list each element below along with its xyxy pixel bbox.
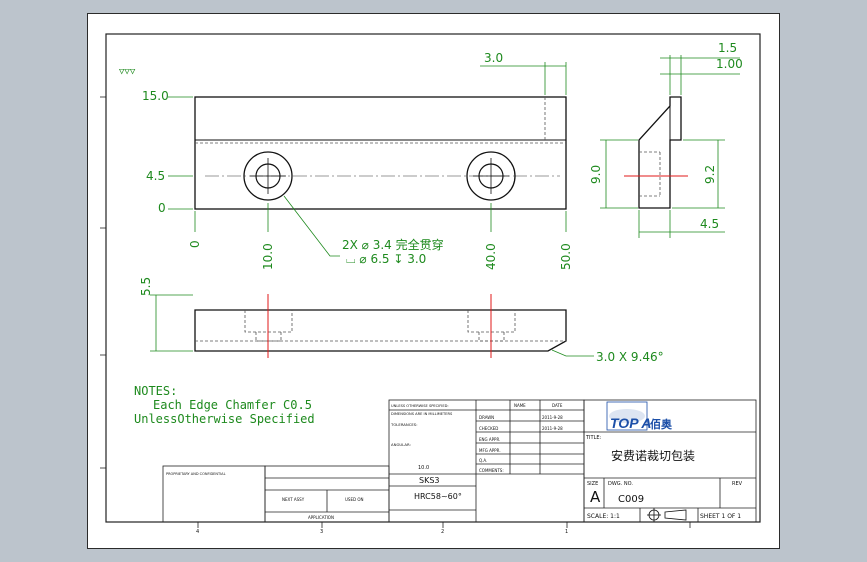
svg-text:3: 3: [320, 529, 323, 535]
hole-callout-line2: ⌴ ⌀ 6.5 ↧ 3.0: [346, 252, 426, 266]
drawn-date: 2011-9-28: [542, 415, 563, 420]
dim-x-10: 10.0: [261, 243, 275, 270]
logo-cn: 佰奥: [650, 417, 673, 431]
tolerances-label: TOLERANCES:: [390, 422, 417, 427]
company-logo: TOP A 佰奥: [606, 401, 673, 431]
checked-label: CHECKED: [479, 426, 498, 431]
dim-x-40: 40.0: [484, 243, 498, 270]
dwg-no-value: C009: [618, 494, 644, 505]
dim-side-4-5: 4.5: [700, 217, 719, 231]
bottom-view-outline: [194, 309, 567, 352]
notes-line1: Each Edge Chamfer C0.5: [153, 398, 312, 412]
hole-callout-line1: 2X ⌀ 3.4 完全贯穿: [342, 237, 444, 252]
svg-text:4: 4: [196, 529, 199, 535]
comments-label: COMMENTS:: [479, 468, 504, 473]
dwg-no-label: DWG. NO.: [608, 481, 633, 487]
name-header: NAME: [514, 403, 526, 408]
proprietary-text: PROPRIETARY AND CONFIDENTIAL: [166, 472, 226, 476]
dim-side-9-2: 9.2: [703, 165, 717, 184]
bottom-hidden-counterbores: [244, 310, 516, 342]
dim-left-15: 15.0: [142, 89, 169, 103]
unless-label: UNLESS OTHERWISE SPECIFIED:: [391, 404, 449, 408]
mfg-appr-label: MFG APPR.: [479, 448, 501, 453]
svg-text:2: 2: [441, 529, 444, 535]
part-name: 安费诺裁切包装: [611, 448, 695, 463]
notes-block: NOTES: Each Edge Chamfer C0.5 UnlessOthe…: [134, 384, 315, 426]
surface-finish-symbol: ▽▽▽: [119, 67, 136, 77]
hole-left: [243, 151, 293, 201]
dim-top-3-0: 3.0: [484, 51, 503, 65]
logo-text: TOP A: [610, 415, 652, 431]
used-on-label: USED ON: [345, 497, 364, 502]
title-label: TITLE:: [585, 435, 602, 441]
side-view: 1.5 1.00 9.0 9.2 4.5: [589, 41, 743, 238]
checked-date: 2011-9-28: [542, 426, 563, 431]
next-assy-label: NEXT ASSY: [282, 497, 305, 502]
bottom-view: 5.5 3.0 X 9.46°: [139, 277, 664, 364]
dim-side-1-00: 1.00: [716, 57, 743, 71]
chamfer-callout: 3.0 X 9.46°: [596, 350, 664, 364]
dim-side-1-5: 1.5: [718, 41, 737, 55]
dim-left-0: 0: [158, 201, 166, 215]
material-value: SKS3: [419, 476, 440, 485]
bottom-dim-lines: [150, 294, 594, 357]
dims-mm-label: DIMENSIONS ARE IN MILLIMETERS: [391, 412, 453, 416]
dim-x-50: 50.0: [559, 243, 573, 270]
dim-x-0: 0: [188, 240, 202, 248]
date-header: DATE: [552, 403, 563, 408]
projection-symbol-icon: [647, 508, 687, 522]
sheet-value: SHEET 1 OF 1: [700, 513, 741, 520]
angular-label: ANGULAR:: [391, 442, 411, 447]
drawn-label: DRAWN: [479, 415, 494, 420]
front-view: 15.0 4.5 0 3.0 0 10.0 40.0 50.0 2X ⌀ 3.4…: [142, 51, 573, 270]
notes-line2: UnlessOtherwise Specified: [134, 412, 315, 426]
qa-label: Q.A.: [479, 458, 487, 463]
zone-labels: 4 3 2 1: [196, 529, 568, 535]
weight-value: 10.0: [418, 465, 429, 471]
size-label: SIZE: [587, 481, 598, 487]
scale-value: SCALE: 1:1: [587, 513, 620, 520]
ordinate-dim-lines: [168, 62, 567, 257]
dim-left-4-5: 4.5: [146, 169, 165, 183]
engineering-drawing: ▽▽▽ 15.0 4.5 0 3.0 0 10.0 40.0 50.0 2X ⌀…: [100, 33, 761, 535]
eng-appr-label: ENG APPR.: [479, 437, 500, 442]
finish-value: HRC58~60°: [414, 492, 462, 501]
application-label: APPLICATION: [308, 515, 334, 520]
hole-right: [466, 151, 516, 201]
zone-ticks: [100, 96, 691, 528]
rev-label: REV: [732, 481, 743, 487]
dim-side-9-0: 9.0: [589, 165, 603, 184]
size-value: A: [590, 488, 601, 506]
dim-bottom-5-5: 5.5: [139, 277, 153, 296]
svg-text:1: 1: [565, 529, 568, 535]
notes-title: NOTES:: [134, 384, 177, 398]
